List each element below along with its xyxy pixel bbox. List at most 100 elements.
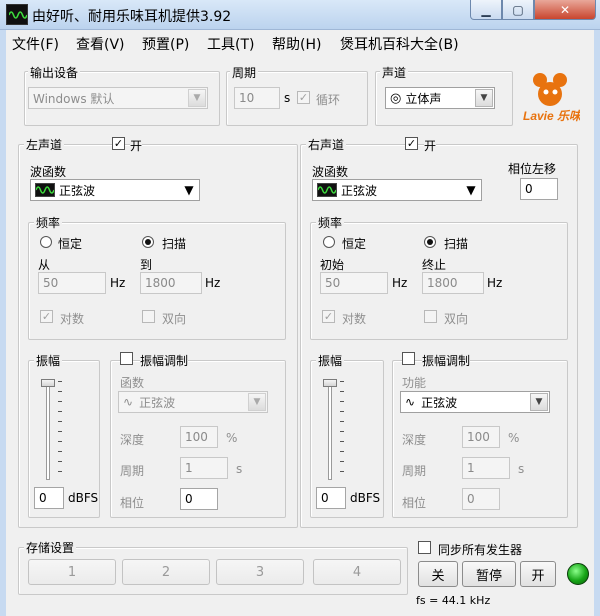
preset-slot-1-button[interactable]: 1 xyxy=(28,559,116,585)
left-on-checkbox[interactable]: ✓ xyxy=(112,137,125,150)
right-mod-period-input[interactable]: 1 xyxy=(462,457,510,479)
left-amplitude-ticks xyxy=(58,381,62,479)
off-button[interactable]: 关 xyxy=(418,561,458,587)
right-modulation-checkbox[interactable] xyxy=(402,352,415,365)
left-phase-label: 相位 xyxy=(120,496,145,510)
right-on-checkbox[interactable]: ✓ xyxy=(405,137,418,150)
right-mod-func-value: 正弦波 xyxy=(421,395,458,410)
close-button[interactable]: ✕ xyxy=(534,0,596,20)
menu-bar: 文件(F) 查看(V) 预置(P) 工具(T) 帮助(H) 煲耳机百科大全(B) xyxy=(6,32,594,54)
left-to-unit: Hz xyxy=(205,276,221,290)
preset-slot-2-button[interactable]: 2 xyxy=(122,559,210,585)
left-to-input[interactable]: 1800 xyxy=(140,272,202,294)
left-from-input[interactable]: 50 xyxy=(38,272,106,294)
right-from-label: 初始 xyxy=(320,258,345,272)
right-log-checkbox[interactable]: ✓ xyxy=(322,310,335,323)
sync-checkbox[interactable] xyxy=(418,541,431,554)
left-sweep-radio[interactable] xyxy=(142,236,154,248)
menu-view[interactable]: 查看(V) xyxy=(76,34,125,54)
presets-label: 存储设置 xyxy=(24,539,77,556)
right-to-unit: Hz xyxy=(487,276,503,290)
left-mod-period-label: 周期 xyxy=(120,464,145,478)
right-phase-input[interactable]: 0 xyxy=(462,488,500,510)
pause-button[interactable]: 暂停 xyxy=(462,561,516,587)
left-mod-period-input[interactable]: 1 xyxy=(180,457,228,479)
left-const-radio[interactable] xyxy=(40,236,52,248)
sample-rate-status: fs = 44.1 kHz xyxy=(416,594,491,607)
status-led-icon xyxy=(567,563,589,585)
output-device-select[interactable]: Windows 默认 ▼ xyxy=(28,87,208,109)
chevron-down-icon: ▼ xyxy=(180,181,198,199)
right-frequency-label: 频率 xyxy=(316,214,345,231)
left-amplitude-thumb[interactable] xyxy=(41,379,55,387)
window-title: 由好听、耐用乐味耳机提供3.92 xyxy=(32,9,232,25)
right-from-input[interactable]: 50 xyxy=(320,272,388,294)
on-button[interactable]: 开 xyxy=(520,561,556,587)
minimize-button[interactable]: ▁ xyxy=(470,0,502,20)
loop-checkbox[interactable]: ✓ xyxy=(297,91,310,104)
right-sweep-label: 扫描 xyxy=(444,237,469,251)
left-modulation-checkbox[interactable] xyxy=(120,352,133,365)
right-depth-label: 深度 xyxy=(402,433,427,447)
channel-mode-select[interactable]: ◎ 立体声 ▼ xyxy=(385,87,495,109)
menu-encyclopedia[interactable]: 煲耳机百科大全(B) xyxy=(340,34,459,54)
right-mod-period-unit: s xyxy=(518,462,525,476)
channel-mode-value: 立体声 xyxy=(405,91,442,106)
lavie-logo: Lavie 乐味 xyxy=(523,73,580,123)
menu-help[interactable]: 帮助(H) xyxy=(272,34,321,54)
left-depth-input[interactable]: 100 xyxy=(180,426,218,448)
right-to-input[interactable]: 1800 xyxy=(422,272,484,294)
menu-file[interactable]: 文件(F) xyxy=(12,34,59,54)
menu-tools[interactable]: 工具(T) xyxy=(207,34,254,54)
chevron-down-icon: ▼ xyxy=(248,393,266,411)
right-phase-label: 相位 xyxy=(402,496,427,510)
left-amplitude-input[interactable]: 0 xyxy=(34,487,64,509)
right-depth-input[interactable]: 100 xyxy=(462,426,500,448)
phase-shift-input[interactable]: 0 xyxy=(520,178,558,200)
right-amplitude-thumb[interactable] xyxy=(323,379,337,387)
preset-slot-4-button[interactable]: 4 xyxy=(313,559,401,585)
phase-shift-label: 相位左移 xyxy=(508,162,557,176)
loop-label: 循环 xyxy=(316,93,341,107)
sine-wave-icon: ∿ xyxy=(405,395,416,409)
left-channel-label: 左声道 xyxy=(24,136,65,153)
chevron-down-icon: ▼ xyxy=(462,181,480,199)
left-phase-input[interactable]: 0 xyxy=(180,488,218,510)
right-bidir-checkbox[interactable] xyxy=(424,310,437,323)
left-from-unit: Hz xyxy=(110,276,126,290)
sine-wave-icon: ∿ xyxy=(123,395,134,409)
preset-slot-3-button[interactable]: 3 xyxy=(216,559,304,585)
right-amplitude-input[interactable]: 0 xyxy=(316,487,346,509)
right-mod-func-select[interactable]: ∿ 正弦波 ▼ xyxy=(400,391,550,413)
right-log-label: 对数 xyxy=(342,312,367,326)
chevron-down-icon: ▼ xyxy=(475,89,493,107)
right-const-radio[interactable] xyxy=(323,236,335,248)
right-modulation-label: 振幅调制 xyxy=(422,352,471,369)
maximize-button[interactable]: ▢ xyxy=(502,0,534,20)
sine-wave-icon xyxy=(35,183,55,197)
left-waveform-select[interactable]: 正弦波 ▼ xyxy=(30,179,200,201)
left-mod-func-select[interactable]: ∿ 正弦波 ▼ xyxy=(118,391,268,413)
left-bidir-label: 双向 xyxy=(162,312,187,326)
right-const-label: 恒定 xyxy=(342,237,367,251)
right-sweep-radio[interactable] xyxy=(424,236,436,248)
left-log-checkbox[interactable]: ✓ xyxy=(40,310,53,323)
left-depth-label: 深度 xyxy=(120,433,145,447)
right-waveform-value: 正弦波 xyxy=(341,183,378,198)
left-amplitude-unit: dBFS xyxy=(68,491,99,505)
period-input[interactable]: 10 xyxy=(234,87,280,109)
left-sweep-label: 扫描 xyxy=(162,237,187,251)
minimize-icon: ▁ xyxy=(481,2,491,17)
left-depth-unit: % xyxy=(226,431,238,445)
left-bidir-checkbox[interactable] xyxy=(142,310,155,323)
left-amplitude-track[interactable] xyxy=(46,380,50,480)
right-amplitude-label: 振幅 xyxy=(316,352,345,369)
menu-presets[interactable]: 预置(P) xyxy=(142,34,189,54)
right-amplitude-track[interactable] xyxy=(328,380,332,480)
sine-wave-icon xyxy=(317,183,337,197)
right-waveform-select[interactable]: 正弦波 ▼ xyxy=(312,179,482,201)
stereo-icon: ◎ xyxy=(390,90,402,106)
right-mod-period-label: 周期 xyxy=(402,464,427,478)
left-const-label: 恒定 xyxy=(58,237,83,251)
left-mod-period-unit: s xyxy=(236,462,243,476)
